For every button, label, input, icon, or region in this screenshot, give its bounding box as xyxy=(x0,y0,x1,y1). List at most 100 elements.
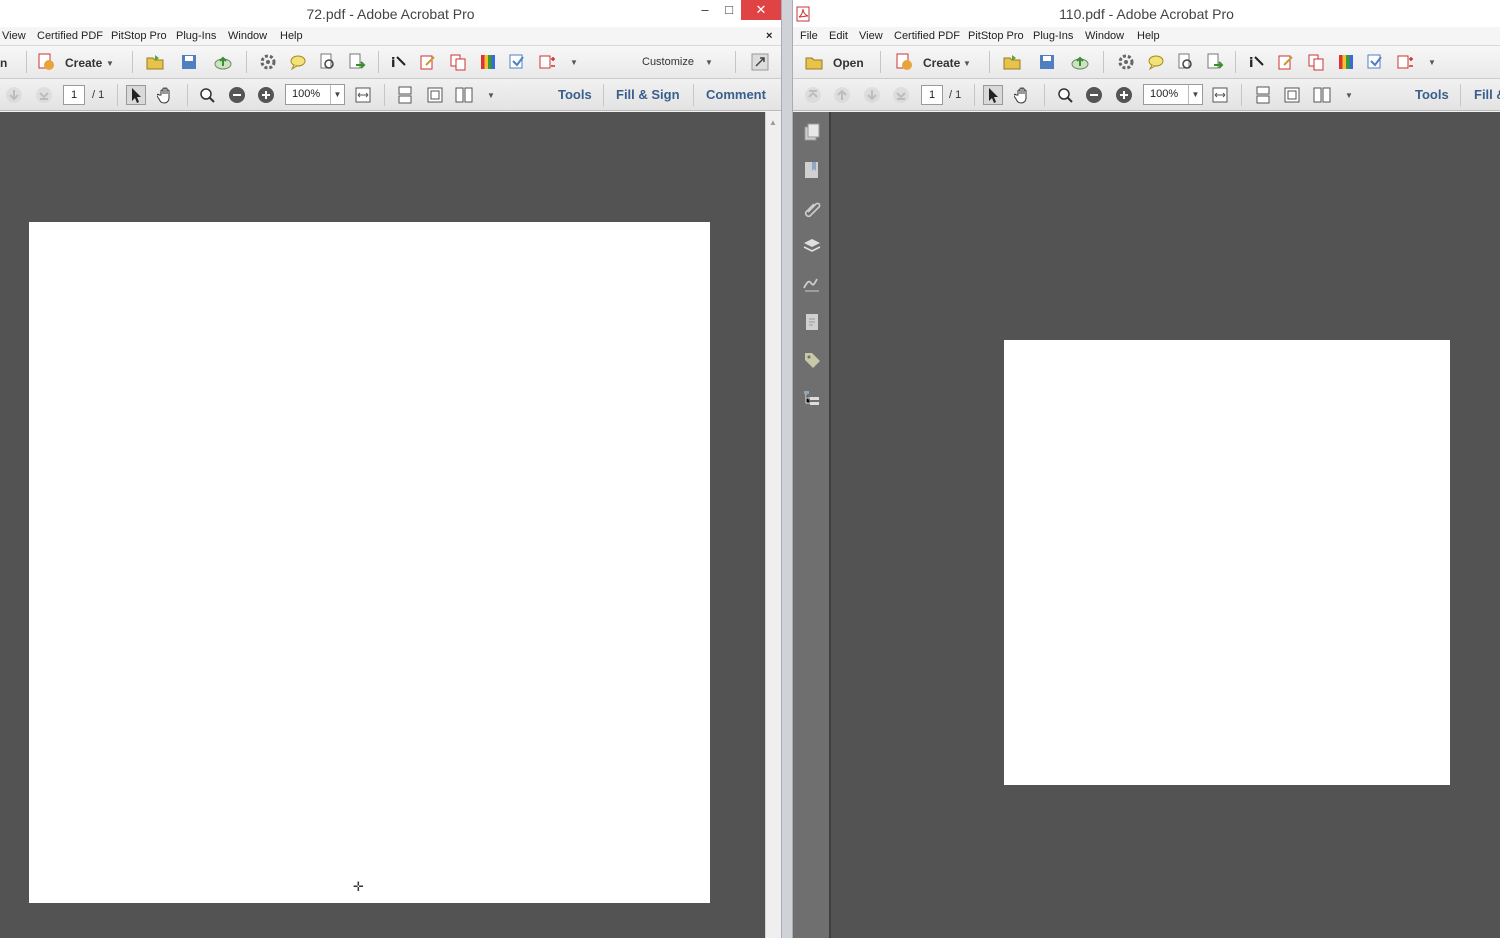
comment-bubble-icon[interactable] xyxy=(288,52,308,72)
menu-plug-ins[interactable]: Plug-Ins xyxy=(1033,30,1073,42)
left-document-area[interactable]: ✛ xyxy=(0,112,765,938)
create-pdf-icon[interactable] xyxy=(894,52,914,72)
settings-gear-icon[interactable] xyxy=(1116,52,1136,72)
menu-plug-ins[interactable]: Plug-Ins xyxy=(176,30,216,42)
hand-tool-icon[interactable] xyxy=(1013,85,1033,105)
menu-edit[interactable]: Edit xyxy=(829,30,848,42)
menu-certified-pdf[interactable]: Certified PDF xyxy=(894,30,960,42)
toolbar-overflow-arrow[interactable]: ▼ xyxy=(570,58,578,67)
transform-icon[interactable] xyxy=(507,52,527,72)
model-tree-icon[interactable] xyxy=(802,388,822,408)
hand-tool-icon[interactable] xyxy=(156,85,176,105)
next-page-icon[interactable] xyxy=(4,85,24,105)
zoom-in-icon[interactable] xyxy=(256,85,276,105)
copy-object-icon[interactable] xyxy=(1306,52,1326,72)
create-dropdown-arrow[interactable]: ▼ xyxy=(106,59,114,68)
two-page-view-icon[interactable] xyxy=(1312,85,1332,105)
view-overflow-arrow[interactable]: ▼ xyxy=(487,91,495,100)
signatures-icon[interactable] xyxy=(802,274,822,294)
close-button[interactable]: ✕ xyxy=(741,0,781,20)
menu-view[interactable]: View xyxy=(2,30,26,42)
view-overflow-arrow[interactable]: ▼ xyxy=(1345,91,1353,100)
left-vertical-scrollbar[interactable]: ▲ xyxy=(765,112,781,938)
marquee-zoom-icon[interactable] xyxy=(197,85,217,105)
preflight-icon[interactable] xyxy=(1175,52,1195,72)
customize-dropdown-arrow[interactable]: ▼ xyxy=(705,58,713,67)
create-button[interactable]: Create xyxy=(65,56,102,70)
tools-pane-button[interactable]: Tools xyxy=(1415,87,1449,102)
comment-pane-button[interactable]: Comment xyxy=(706,87,766,102)
create-button[interactable]: Create xyxy=(923,56,960,70)
menu-window[interactable]: Window xyxy=(228,30,267,42)
fit-width-icon[interactable] xyxy=(353,85,373,105)
marquee-zoom-icon[interactable] xyxy=(1055,85,1075,105)
action-list-icon[interactable] xyxy=(1395,52,1415,72)
last-page-icon[interactable] xyxy=(34,85,54,105)
content-icon[interactable] xyxy=(802,312,822,332)
transform-icon[interactable] xyxy=(1365,52,1385,72)
left-pdf-page[interactable]: ✛ xyxy=(29,222,710,903)
previous-page-icon[interactable] xyxy=(832,85,852,105)
page-number-input[interactable]: 1 xyxy=(63,85,85,105)
two-page-view-icon[interactable] xyxy=(454,85,474,105)
zoom-level-select[interactable]: 100% ▼ xyxy=(1143,84,1203,105)
tags-icon[interactable] xyxy=(802,350,822,370)
menu-help[interactable]: Help xyxy=(280,30,303,42)
create-pdf-icon[interactable] xyxy=(36,52,56,72)
select-tool-icon[interactable] xyxy=(983,85,1003,105)
expand-icon[interactable] xyxy=(750,52,770,72)
edit-object-icon[interactable] xyxy=(418,52,438,72)
copy-object-icon[interactable] xyxy=(448,52,468,72)
close-document-icon[interactable]: × xyxy=(766,30,772,42)
export-icon[interactable] xyxy=(1205,52,1225,72)
menu-pitstop-pro[interactable]: PitStop Pro xyxy=(111,30,167,42)
right-title-bar[interactable]: 110.pdf - Adobe Acrobat Pro xyxy=(793,0,1500,27)
fill-sign-pane-button[interactable]: Fill & Sign xyxy=(616,87,680,102)
cloud-upload-icon[interactable] xyxy=(213,52,233,72)
zoom-out-icon[interactable] xyxy=(227,85,247,105)
zoom-dropdown-arrow[interactable]: ▼ xyxy=(1188,85,1202,104)
open-button[interactable]: Open xyxy=(833,56,864,70)
menu-file[interactable]: File xyxy=(800,30,818,42)
last-page-icon[interactable] xyxy=(891,85,911,105)
menu-certified-pdf[interactable]: Certified PDF xyxy=(37,30,103,42)
layers-icon[interactable] xyxy=(802,236,822,256)
comment-bubble-icon[interactable] xyxy=(1146,52,1166,72)
save-icon[interactable] xyxy=(1037,52,1057,72)
next-page-icon[interactable] xyxy=(862,85,882,105)
menu-window[interactable]: Window xyxy=(1085,30,1124,42)
right-document-area[interactable] xyxy=(831,112,1500,938)
left-title-bar[interactable]: 72.pdf - Adobe Acrobat Pro – □ ✕ xyxy=(0,0,781,27)
fill-sign-pane-button[interactable]: Fill & xyxy=(1474,87,1500,102)
cloud-upload-icon[interactable] xyxy=(1070,52,1090,72)
color-separation-icon[interactable] xyxy=(1336,52,1356,72)
maximize-button[interactable]: □ xyxy=(717,0,741,20)
zoom-in-icon[interactable] xyxy=(1114,85,1134,105)
tools-pane-button[interactable]: Tools xyxy=(558,87,592,102)
toolbar-overflow-arrow[interactable]: ▼ xyxy=(1428,58,1436,67)
open-button-partial[interactable]: n xyxy=(0,56,7,70)
save-icon[interactable] xyxy=(179,52,199,72)
page-thumbnails-icon[interactable] xyxy=(802,122,822,142)
customize-button[interactable]: Customize xyxy=(642,56,694,68)
minimize-button[interactable]: – xyxy=(693,0,717,20)
preflight-icon[interactable] xyxy=(317,52,337,72)
page-number-input[interactable]: 1 xyxy=(921,85,943,105)
scrolling-mode-icon[interactable] xyxy=(395,85,415,105)
menu-view[interactable]: View xyxy=(859,30,883,42)
fit-page-icon[interactable] xyxy=(1282,85,1302,105)
edit-object-icon[interactable] xyxy=(1276,52,1296,72)
bookmarks-icon[interactable] xyxy=(802,160,822,180)
scroll-up-arrow-icon[interactable]: ▲ xyxy=(769,118,777,127)
fit-page-icon[interactable] xyxy=(425,85,445,105)
action-list-icon[interactable] xyxy=(537,52,557,72)
zoom-dropdown-arrow[interactable]: ▼ xyxy=(330,85,344,104)
select-tool-icon[interactable] xyxy=(126,85,146,105)
export-icon[interactable] xyxy=(347,52,367,72)
color-separation-icon[interactable] xyxy=(478,52,498,72)
right-pdf-page[interactable] xyxy=(1004,340,1450,785)
first-page-icon[interactable] xyxy=(803,85,823,105)
open-folder-icon[interactable] xyxy=(145,52,165,72)
open-folder-icon[interactable] xyxy=(804,52,824,72)
create-dropdown-arrow[interactable]: ▼ xyxy=(963,59,971,68)
